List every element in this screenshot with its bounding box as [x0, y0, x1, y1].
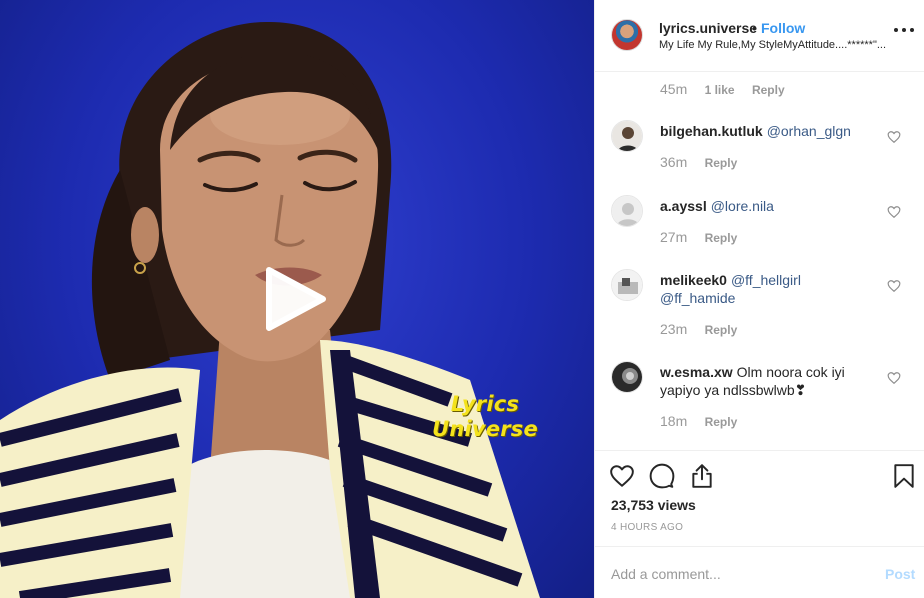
- watermark-line-1: Lyrics: [450, 392, 520, 416]
- comment-meta: 36m Reply: [660, 154, 737, 170]
- reply-button[interactable]: Reply: [705, 156, 738, 170]
- reply-button[interactable]: Reply: [705, 323, 738, 337]
- like-comment-icon[interactable]: [887, 371, 901, 385]
- comment-mention-2[interactable]: @ff_hamide: [660, 290, 735, 306]
- reply-button[interactable]: Reply: [752, 83, 785, 97]
- comment-text: bilgehan.kutluk @orhan_glgn: [660, 122, 880, 140]
- commenter-username[interactable]: melikeek0: [660, 272, 727, 288]
- comment-time: 36m: [660, 154, 688, 170]
- more-options-icon[interactable]: [893, 22, 915, 38]
- comment-time: 27m: [660, 229, 688, 245]
- play-button[interactable]: [263, 266, 329, 332]
- follow-button[interactable]: Follow: [761, 20, 805, 36]
- comment-time: 18m: [660, 413, 688, 429]
- comment-likes[interactable]: 1 like: [705, 83, 735, 97]
- commenter-username[interactable]: a.ayssl: [660, 198, 707, 214]
- like-comment-icon[interactable]: [887, 205, 901, 219]
- commenter-username[interactable]: bilgehan.kutluk: [660, 123, 763, 139]
- comment-mention[interactable]: @lore.nila: [711, 198, 774, 214]
- post-actions: 23,753 views 4 HOURS AGO: [595, 450, 924, 546]
- commenter-avatar[interactable]: [611, 120, 643, 152]
- comment-icon[interactable]: [649, 463, 675, 489]
- author-avatar[interactable]: [611, 19, 643, 51]
- comments-list[interactable]: 45m 1 like Reply bilgehan.kutluk @orhan_g…: [595, 73, 924, 450]
- like-comment-icon[interactable]: [887, 279, 901, 293]
- commenter-avatar[interactable]: [611, 269, 643, 301]
- like-comment-icon[interactable]: [887, 130, 901, 144]
- comment-time: 45m: [660, 81, 688, 97]
- post-caption: My Life My Rule,My StyleMyAttitude....**…: [659, 39, 887, 51]
- watermark-line-2: Universe: [432, 417, 538, 441]
- commenter-username[interactable]: w.esma.xw: [660, 364, 733, 380]
- comment-text: a.ayssl @lore.nila: [660, 197, 880, 215]
- author-username[interactable]: lyrics.universe: [659, 20, 757, 36]
- reply-button[interactable]: Reply: [705, 231, 738, 245]
- comment-meta: 18m Reply: [660, 413, 737, 429]
- post-header: lyrics.universe • Follow My Life My Rule…: [595, 0, 924, 72]
- comment-meta: 23m Reply: [660, 321, 737, 337]
- comment-input[interactable]: [611, 563, 861, 585]
- play-icon: [266, 267, 326, 331]
- reply-button[interactable]: Reply: [705, 415, 738, 429]
- bookmark-icon[interactable]: [891, 463, 917, 489]
- comment-time: 23m: [660, 321, 688, 337]
- comment-mention[interactable]: @ff_hellgirl: [731, 272, 801, 288]
- share-icon[interactable]: [689, 463, 715, 489]
- post-sidebar: lyrics.universe • Follow My Life My Rule…: [594, 0, 924, 598]
- commenter-avatar[interactable]: [611, 361, 643, 393]
- comment-text: melikeek0 @ff_hellgirl @ff_hamide: [660, 271, 880, 307]
- post-comment-button[interactable]: Post: [885, 566, 915, 582]
- add-comment-bar: Post: [595, 546, 924, 598]
- comment-text: w.esma.xw Olm noora cok iyi yapiyo ya ndl…: [660, 363, 880, 399]
- heart-icon[interactable]: [609, 463, 635, 489]
- comment-mention[interactable]: @orhan_glgn: [767, 123, 851, 139]
- commenter-avatar[interactable]: [611, 195, 643, 227]
- header-separator: •: [752, 20, 757, 36]
- post-timestamp[interactable]: 4 HOURS AGO: [611, 522, 683, 533]
- comment-meta: 27m Reply: [660, 229, 737, 245]
- comment-meta: 45m 1 like Reply: [660, 81, 785, 97]
- view-count[interactable]: 23,753 views: [611, 497, 696, 513]
- video-watermark: Lyrics Universe: [410, 392, 560, 442]
- video-player[interactable]: Lyrics Universe: [0, 0, 594, 598]
